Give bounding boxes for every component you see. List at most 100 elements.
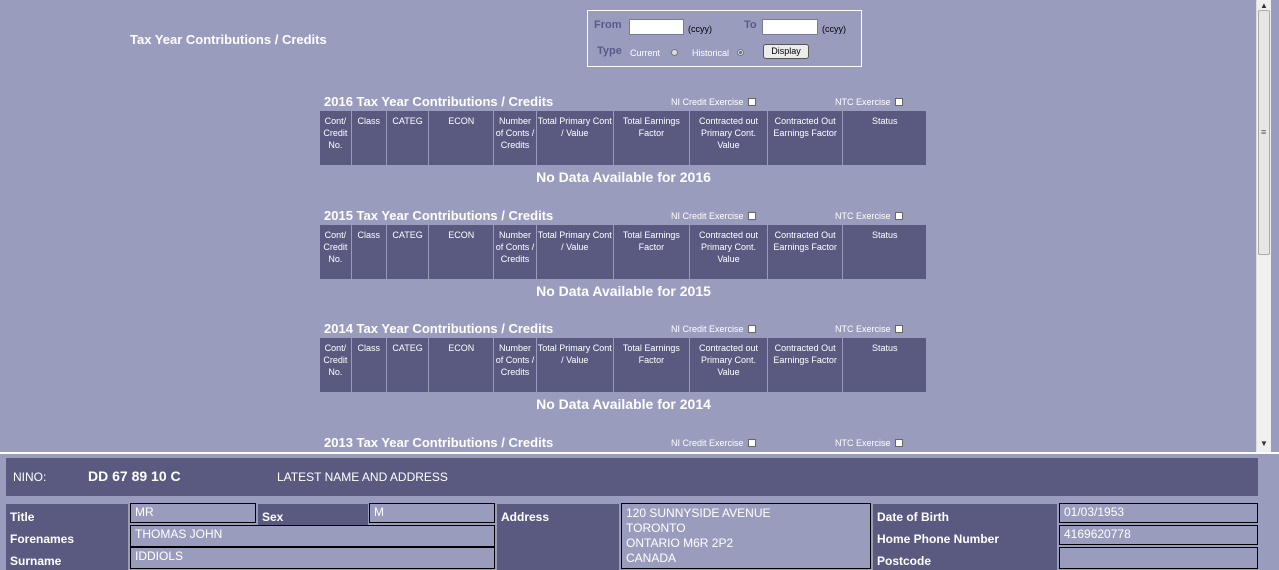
personal-details-pane: NINO: DD 67 89 10 C LATEST NAME AND ADDR… xyxy=(0,452,1279,570)
ntc-checkbox[interactable] xyxy=(894,439,903,447)
ni-credit-exercise: NI Credit Exercise xyxy=(671,97,756,107)
column-header: ECON xyxy=(429,338,494,392)
ni-credit-checkbox[interactable] xyxy=(747,325,756,333)
column-header: Status xyxy=(843,338,927,392)
current-radio[interactable] xyxy=(671,49,678,56)
ntc-label: NTC Exercise xyxy=(835,97,891,107)
vertical-scrollbar[interactable]: ▲ ≡ ▼ xyxy=(1256,0,1271,452)
address-line: 120 SUNNYSIDE AVENUE xyxy=(626,506,771,520)
to-ccyy-hint: (ccyy) xyxy=(822,24,846,34)
from-ccyy-hint: (ccyy) xyxy=(688,24,712,34)
column-header: Contracted out Primary Cont. Value xyxy=(690,338,767,392)
ni-credit-checkbox[interactable] xyxy=(747,439,756,447)
title-value: MR xyxy=(130,503,256,523)
ni-credit-exercise: NI Credit Exercise xyxy=(671,211,756,221)
column-header: Total Primary Cont / Value xyxy=(536,225,613,279)
year-block: 2014 Tax Year Contributions / Credits NI… xyxy=(320,321,927,412)
surname-label: Surname xyxy=(6,548,128,570)
ntc-label: NTC Exercise xyxy=(835,324,891,334)
historical-radio[interactable] xyxy=(737,49,744,56)
year-filter-panel: From (ccyy) To (ccyy) Type Current Histo… xyxy=(587,10,862,67)
title-label: Title xyxy=(6,504,128,526)
ntc-exercise: NTC Exercise xyxy=(835,438,903,448)
column-header: Total Earnings Factor xyxy=(613,338,690,392)
grip-icon: ≡ xyxy=(1261,127,1267,137)
column-header: Contracted Out Earnings Factor xyxy=(767,111,843,165)
year-header: 2014 Tax Year Contributions / Credits NI… xyxy=(320,321,927,338)
no-data-message: No Data Available for 2014 xyxy=(536,396,711,412)
current-label: Current xyxy=(630,48,661,58)
column-header: Total Earnings Factor xyxy=(613,111,690,165)
to-year-input[interactable] xyxy=(762,19,818,35)
ntc-checkbox[interactable] xyxy=(894,212,903,220)
home-phone-value: 4169620778 xyxy=(1059,525,1258,545)
column-header: Contracted Out Earnings Factor xyxy=(767,338,843,392)
type-label: Type xyxy=(597,45,622,57)
display-button[interactable]: Display xyxy=(763,44,809,59)
column-header: ECON xyxy=(429,225,494,279)
column-header: Contracted out Primary Cont. Value xyxy=(690,111,767,165)
column-header: Number of Conts / Credits xyxy=(494,111,536,165)
column-header: Total Primary Cont / Value xyxy=(536,111,613,165)
column-header: ECON xyxy=(429,111,494,165)
ntc-label: NTC Exercise xyxy=(835,211,891,221)
from-label: From xyxy=(594,19,622,31)
ntc-exercise: NTC Exercise xyxy=(835,97,903,107)
ntc-checkbox[interactable] xyxy=(894,325,903,333)
column-header: Class xyxy=(351,111,386,165)
scrollbar-thumb[interactable]: ≡ xyxy=(1258,10,1270,255)
address-label: Address xyxy=(497,504,619,570)
year-header: 2013 Tax Year Contributions / Credits NI… xyxy=(320,435,927,452)
forenames-label: Forenames xyxy=(6,526,128,548)
column-header: Status xyxy=(843,225,927,279)
column-header: Class xyxy=(351,338,386,392)
sex-value: M xyxy=(369,503,495,523)
column-header: Status xyxy=(843,111,927,165)
sex-label: Sex xyxy=(258,504,368,526)
year-title: 2013 Tax Year Contributions / Credits xyxy=(324,435,554,450)
year-header: 2016 Tax Year Contributions / Credits NI… xyxy=(320,94,927,111)
ni-credit-label: NI Credit Exercise xyxy=(671,211,744,221)
year-header: 2015 Tax Year Contributions / Credits NI… xyxy=(320,208,927,225)
column-header: Cont/ Credit No. xyxy=(320,111,351,165)
to-label: To xyxy=(744,19,757,31)
ni-credit-checkbox[interactable] xyxy=(747,212,756,220)
dob-value: 01/03/1953 xyxy=(1059,503,1258,523)
postcode-value xyxy=(1059,547,1258,569)
column-header: Number of Conts / Credits xyxy=(494,338,536,392)
address-line: ONTARIO M6R 2P2 xyxy=(626,536,734,550)
no-data-message: No Data Available for 2016 xyxy=(536,169,711,185)
column-header: Total Primary Cont / Value xyxy=(536,338,613,392)
column-header: CATEG xyxy=(386,225,429,279)
ni-credit-checkbox[interactable] xyxy=(747,98,756,106)
ntc-checkbox[interactable] xyxy=(894,98,903,106)
home-phone-label: Home Phone Number xyxy=(873,526,1057,548)
column-header: CATEG xyxy=(386,111,429,165)
nino-label: NINO: xyxy=(13,470,47,484)
column-header: Class xyxy=(351,225,386,279)
column-header: Cont/ Credit No. xyxy=(320,225,351,279)
address-line: CANADA xyxy=(626,551,677,565)
historical-label: Historical xyxy=(692,48,730,58)
address-value: 120 SUNNYSIDE AVENUE TORONTO ONTARIO M6R… xyxy=(621,503,871,569)
nino-value: DD 67 89 10 C xyxy=(88,468,181,484)
year-title: 2016 Tax Year Contributions / Credits xyxy=(324,94,554,109)
dob-label: Date of Birth xyxy=(873,504,1057,526)
ni-credit-label: NI Credit Exercise xyxy=(671,438,744,448)
table-header-row: Cont/ Credit No. Class CATEG ECON Number of … xyxy=(320,338,927,392)
column-header: Contracted Out Earnings Factor xyxy=(767,225,843,279)
year-block: 2016 Tax Year Contributions / Credits NI… xyxy=(320,94,927,185)
no-data-message: No Data Available for 2015 xyxy=(536,283,711,299)
address-line: TORONTO xyxy=(626,521,686,535)
ni-credit-label: NI Credit Exercise xyxy=(671,97,744,107)
table-header-row: Cont/ Credit No. Class CATEG ECON Number of … xyxy=(320,111,927,165)
year-block: 2013 Tax Year Contributions / Credits NI… xyxy=(320,435,927,452)
year-block: 2015 Tax Year Contributions / Credits NI… xyxy=(320,208,927,299)
year-title: 2014 Tax Year Contributions / Credits xyxy=(324,321,554,336)
forenames-value: THOMAS JOHN xyxy=(130,525,495,547)
latest-name-address-label: LATEST NAME AND ADDRESS xyxy=(277,470,448,484)
from-year-input[interactable] xyxy=(629,19,684,35)
column-header: Cont/ Credit No. xyxy=(320,338,351,392)
scroll-down-icon[interactable]: ▼ xyxy=(1260,439,1268,448)
scroll-up-icon[interactable]: ▲ xyxy=(1260,1,1268,10)
